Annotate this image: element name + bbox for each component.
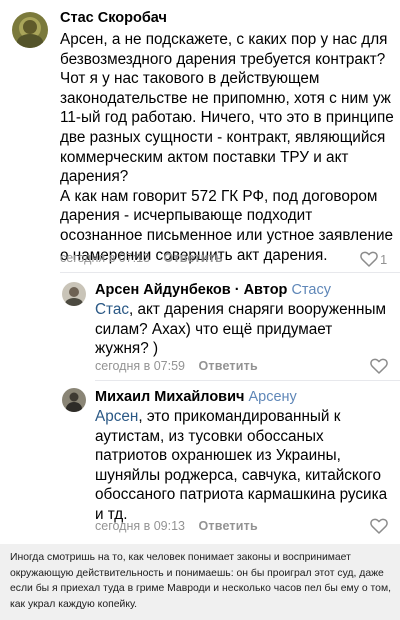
- avatar-image: [62, 388, 86, 412]
- comment-body: , это прикомандированный к аутистам, из …: [95, 408, 388, 523]
- heart-icon[interactable]: [370, 358, 388, 374]
- avatar-arsen[interactable]: [62, 282, 86, 306]
- avatar-image: [62, 282, 86, 306]
- comment-time[interactable]: сегодня в 09:13: [95, 519, 185, 533]
- mention-link[interactable]: Стас: [95, 301, 129, 318]
- author-name[interactable]: Михаил Михайлович: [95, 389, 244, 405]
- comment-meta: сегодня в 07:13 Ответить: [60, 251, 223, 265]
- comment-time[interactable]: сегодня в 07:13: [60, 251, 150, 265]
- heart-icon[interactable]: [360, 251, 378, 267]
- comment-text: Стас, акт дарения снаряги вооруженным си…: [95, 300, 400, 359]
- reply-to[interactable]: Стасу: [291, 282, 331, 298]
- comment-author: Михаил Михайлович Арсену: [95, 389, 297, 405]
- avatar-image: [12, 12, 48, 48]
- author-role: · Автор: [230, 282, 288, 298]
- comment-text: Арсен, это прикомандированный к аутистам…: [95, 407, 400, 525]
- avatar-mikhail[interactable]: [62, 388, 86, 412]
- comment-meta: сегодня в 07:59 Ответить: [95, 359, 258, 373]
- comment-text: Арсен, а не подскажете, с каких пор у на…: [60, 31, 394, 264]
- comment-meta: сегодня в 09:13 Ответить: [95, 519, 258, 533]
- avatar-stas[interactable]: [12, 12, 48, 48]
- reply-to[interactable]: Арсену: [248, 389, 296, 405]
- mention-link[interactable]: Арсен: [95, 408, 138, 425]
- reply-button[interactable]: Ответить: [163, 251, 222, 265]
- like-count: 1: [380, 252, 388, 267]
- caption-text: Иногда смотришь на то, как человек поним…: [0, 544, 400, 620]
- reply-button[interactable]: Ответить: [198, 359, 257, 373]
- reply-button[interactable]: Ответить: [198, 519, 257, 533]
- comment-author[interactable]: Стас Скоробач: [60, 10, 167, 26]
- author-name[interactable]: Арсен Айдунбеков: [95, 282, 231, 298]
- comment-body: , акт дарения снаряги вооруженным силам?…: [95, 301, 387, 358]
- comment-author: Арсен Айдунбеков · Автор Стасу: [95, 282, 331, 298]
- comment-time[interactable]: сегодня в 07:59: [95, 359, 185, 373]
- divider: [60, 272, 400, 273]
- divider: [95, 380, 400, 381]
- heart-icon[interactable]: [370, 518, 388, 534]
